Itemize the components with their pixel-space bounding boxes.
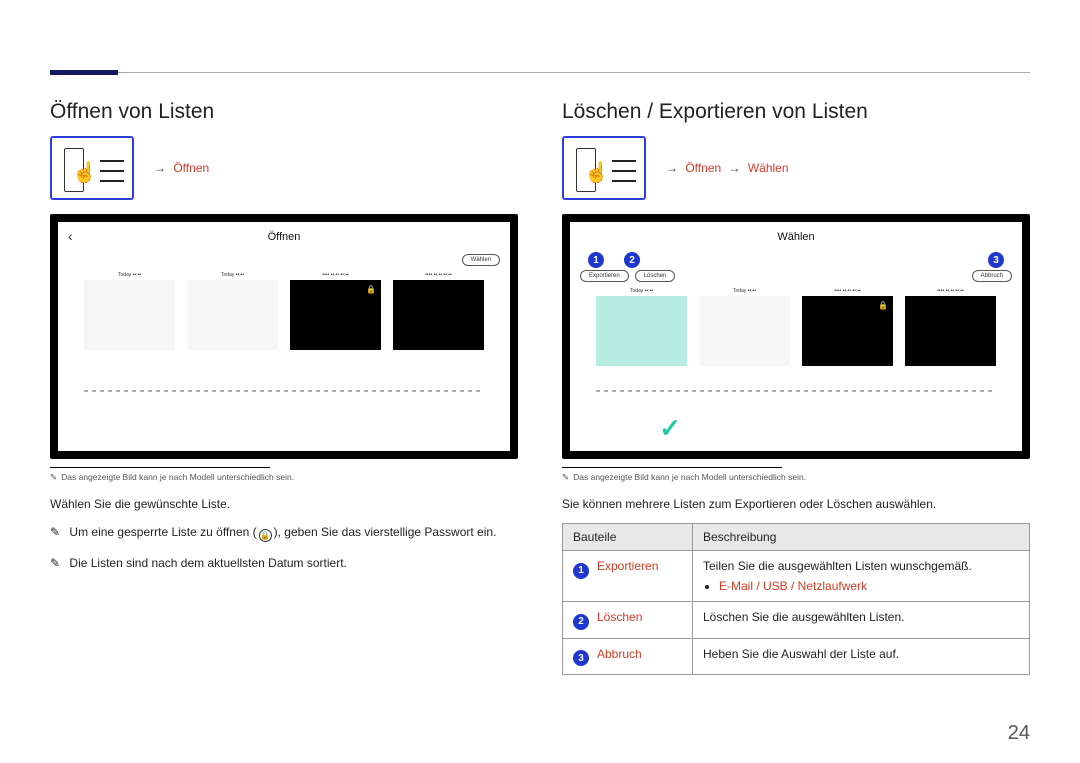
- part-desc: Heben Sie die Auswahl der Liste auf.: [693, 638, 1030, 675]
- arrow-icon: →: [729, 161, 741, 175]
- device-title: Wählen: [570, 231, 1022, 243]
- heading-delete-export: Löschen / Exportieren von Listen: [562, 100, 1030, 124]
- back-icon: ‹: [68, 228, 73, 244]
- part-desc: Löschen Sie die ausgewählten Listen.: [693, 602, 1030, 639]
- lock-icon: 🔒: [259, 529, 272, 542]
- slot-date: ••••.••.•• ••:••: [393, 272, 484, 278]
- instruction-bullet: ✎ Die Listen sind nach dem aktuellsten D…: [50, 556, 518, 570]
- list-thumb: [84, 280, 175, 350]
- nav-step: Öffnen: [173, 161, 209, 175]
- arrow-icon: →: [666, 161, 678, 175]
- select-button: Wählen: [462, 254, 500, 266]
- export-button: Exportieren: [580, 270, 629, 282]
- callout-badge-1: 1: [588, 252, 604, 268]
- column-open-lists: Öffnen von Listen ☝ → Öffnen ‹ Öffnen: [50, 100, 518, 723]
- callout-badge-3: 3: [573, 650, 589, 666]
- nav-step: Wählen: [748, 161, 789, 175]
- footnote-rule: [50, 467, 270, 468]
- slot-date: Today ••:••: [596, 288, 687, 294]
- divider-dashed: [596, 390, 996, 392]
- device-title: Öffnen: [58, 231, 510, 243]
- list-thumb: 🔒: [802, 296, 893, 366]
- footnote: ✎Das angezeigte Bild kann je nach Modell…: [562, 472, 1030, 483]
- divider-dashed: [84, 390, 484, 392]
- nav-path-row: ☝ → Öffnen: [50, 136, 518, 200]
- hand-icon: ☝: [584, 160, 609, 185]
- nav-path: → Öffnen → Wählen: [662, 161, 789, 175]
- pen-icon: ✎: [50, 525, 60, 539]
- two-column-layout: Öffnen von Listen ☝ → Öffnen ‹ Öffnen: [50, 100, 1030, 723]
- slot-timestamps: Today ••:•• Today ••:•• ••••.••.•• ••:••…: [58, 266, 510, 280]
- list-thumb: [905, 296, 996, 366]
- lock-icon: 🔒: [878, 301, 888, 310]
- arrow-icon: →: [154, 161, 166, 175]
- part-name-export: 1Exportieren: [563, 551, 693, 602]
- pen-icon: ✎: [562, 472, 569, 482]
- parts-table: Bauteile Beschreibung 1Exportieren Teile…: [562, 523, 1030, 675]
- footnote-rule: [562, 467, 782, 468]
- list-thumb: [187, 280, 278, 350]
- part-desc: Teilen Sie die ausgewählten Listen wunsc…: [693, 551, 1030, 602]
- list-thumb-selected: ✓: [596, 296, 687, 366]
- slot-timestamps: Today ••:•• Today ••:•• ••••.••.•• ••:••…: [570, 282, 1022, 296]
- col-description: Beschreibung: [693, 524, 1030, 551]
- slot-date: Today ••:••: [84, 272, 175, 278]
- cancel-button: Abbruch: [972, 270, 1012, 282]
- check-icon: ✓: [659, 413, 681, 444]
- nav-path-row: ☝ → Öffnen → Wählen: [562, 136, 1030, 200]
- list-lines-icon: [100, 152, 124, 190]
- callout-badge-2: 2: [624, 252, 640, 268]
- manual-page: Öffnen von Listen ☝ → Öffnen ‹ Öffnen: [0, 0, 1080, 763]
- lock-icon: 🔒: [366, 285, 376, 294]
- table-row: 3Abbruch Heben Sie die Auswahl der Liste…: [563, 638, 1030, 675]
- heading-open: Öffnen von Listen: [50, 100, 518, 124]
- callout-badge-3: 3: [988, 252, 1004, 268]
- pen-icon: ✎: [50, 472, 57, 482]
- list-thumb: 🔒: [290, 280, 381, 350]
- slot-date: ••••.••.•• ••:••: [802, 288, 893, 294]
- callout-badge-2: 2: [573, 614, 589, 630]
- delete-button: Löschen: [635, 270, 676, 282]
- pen-icon: ✎: [50, 556, 60, 570]
- slot-date: Today ••:••: [699, 288, 790, 294]
- header-accent-bar: [50, 70, 118, 75]
- touch-gesture-thumb: ☝: [562, 136, 646, 200]
- table-row: 1Exportieren Teilen Sie die ausgewählten…: [563, 551, 1030, 602]
- slot-date: ••••.••.•• ••:••: [290, 272, 381, 278]
- list-lines-icon: [612, 152, 636, 190]
- table-row: 2Löschen Löschen Sie die ausgewählten Li…: [563, 602, 1030, 639]
- header-rule: [50, 72, 1030, 73]
- device-screenshot-open: ‹ Öffnen Wählen Today ••:•• Today ••:•• …: [50, 214, 518, 459]
- list-thumb: [699, 296, 790, 366]
- column-delete-export: Löschen / Exportieren von Listen ☝ → Öff…: [562, 100, 1030, 723]
- nav-path: → Öffnen: [150, 161, 209, 175]
- instruction-lead: Wählen Sie die gewünschte Liste.: [50, 497, 518, 511]
- hand-icon: ☝: [72, 160, 97, 185]
- slot-date: Today ••:••: [187, 272, 278, 278]
- table-header-row: Bauteile Beschreibung: [563, 524, 1030, 551]
- callout-badge-1: 1: [573, 563, 589, 579]
- list-thumb: [393, 280, 484, 350]
- slot-date: ••••.••.•• ••:••: [905, 288, 996, 294]
- part-name-cancel: 3Abbruch: [563, 638, 693, 675]
- part-name-delete: 2Löschen: [563, 602, 693, 639]
- footnote: ✎Das angezeigte Bild kann je nach Modell…: [50, 472, 518, 483]
- instruction-bullet: ✎ Um eine gesperrte Liste zu öffnen (🔒),…: [50, 525, 518, 542]
- page-number: 24: [1008, 722, 1030, 745]
- col-parts: Bauteile: [563, 524, 693, 551]
- instruction-lead: Sie können mehrere Listen zum Exportiere…: [562, 497, 1030, 511]
- device-screenshot-select: Wählen 1 2 3 Exportieren Löschen Abbruch…: [562, 214, 1030, 459]
- nav-step: Öffnen: [685, 161, 721, 175]
- touch-gesture-thumb: ☝: [50, 136, 134, 200]
- export-options: E-Mail / USB / Netzlaufwerk: [719, 579, 867, 593]
